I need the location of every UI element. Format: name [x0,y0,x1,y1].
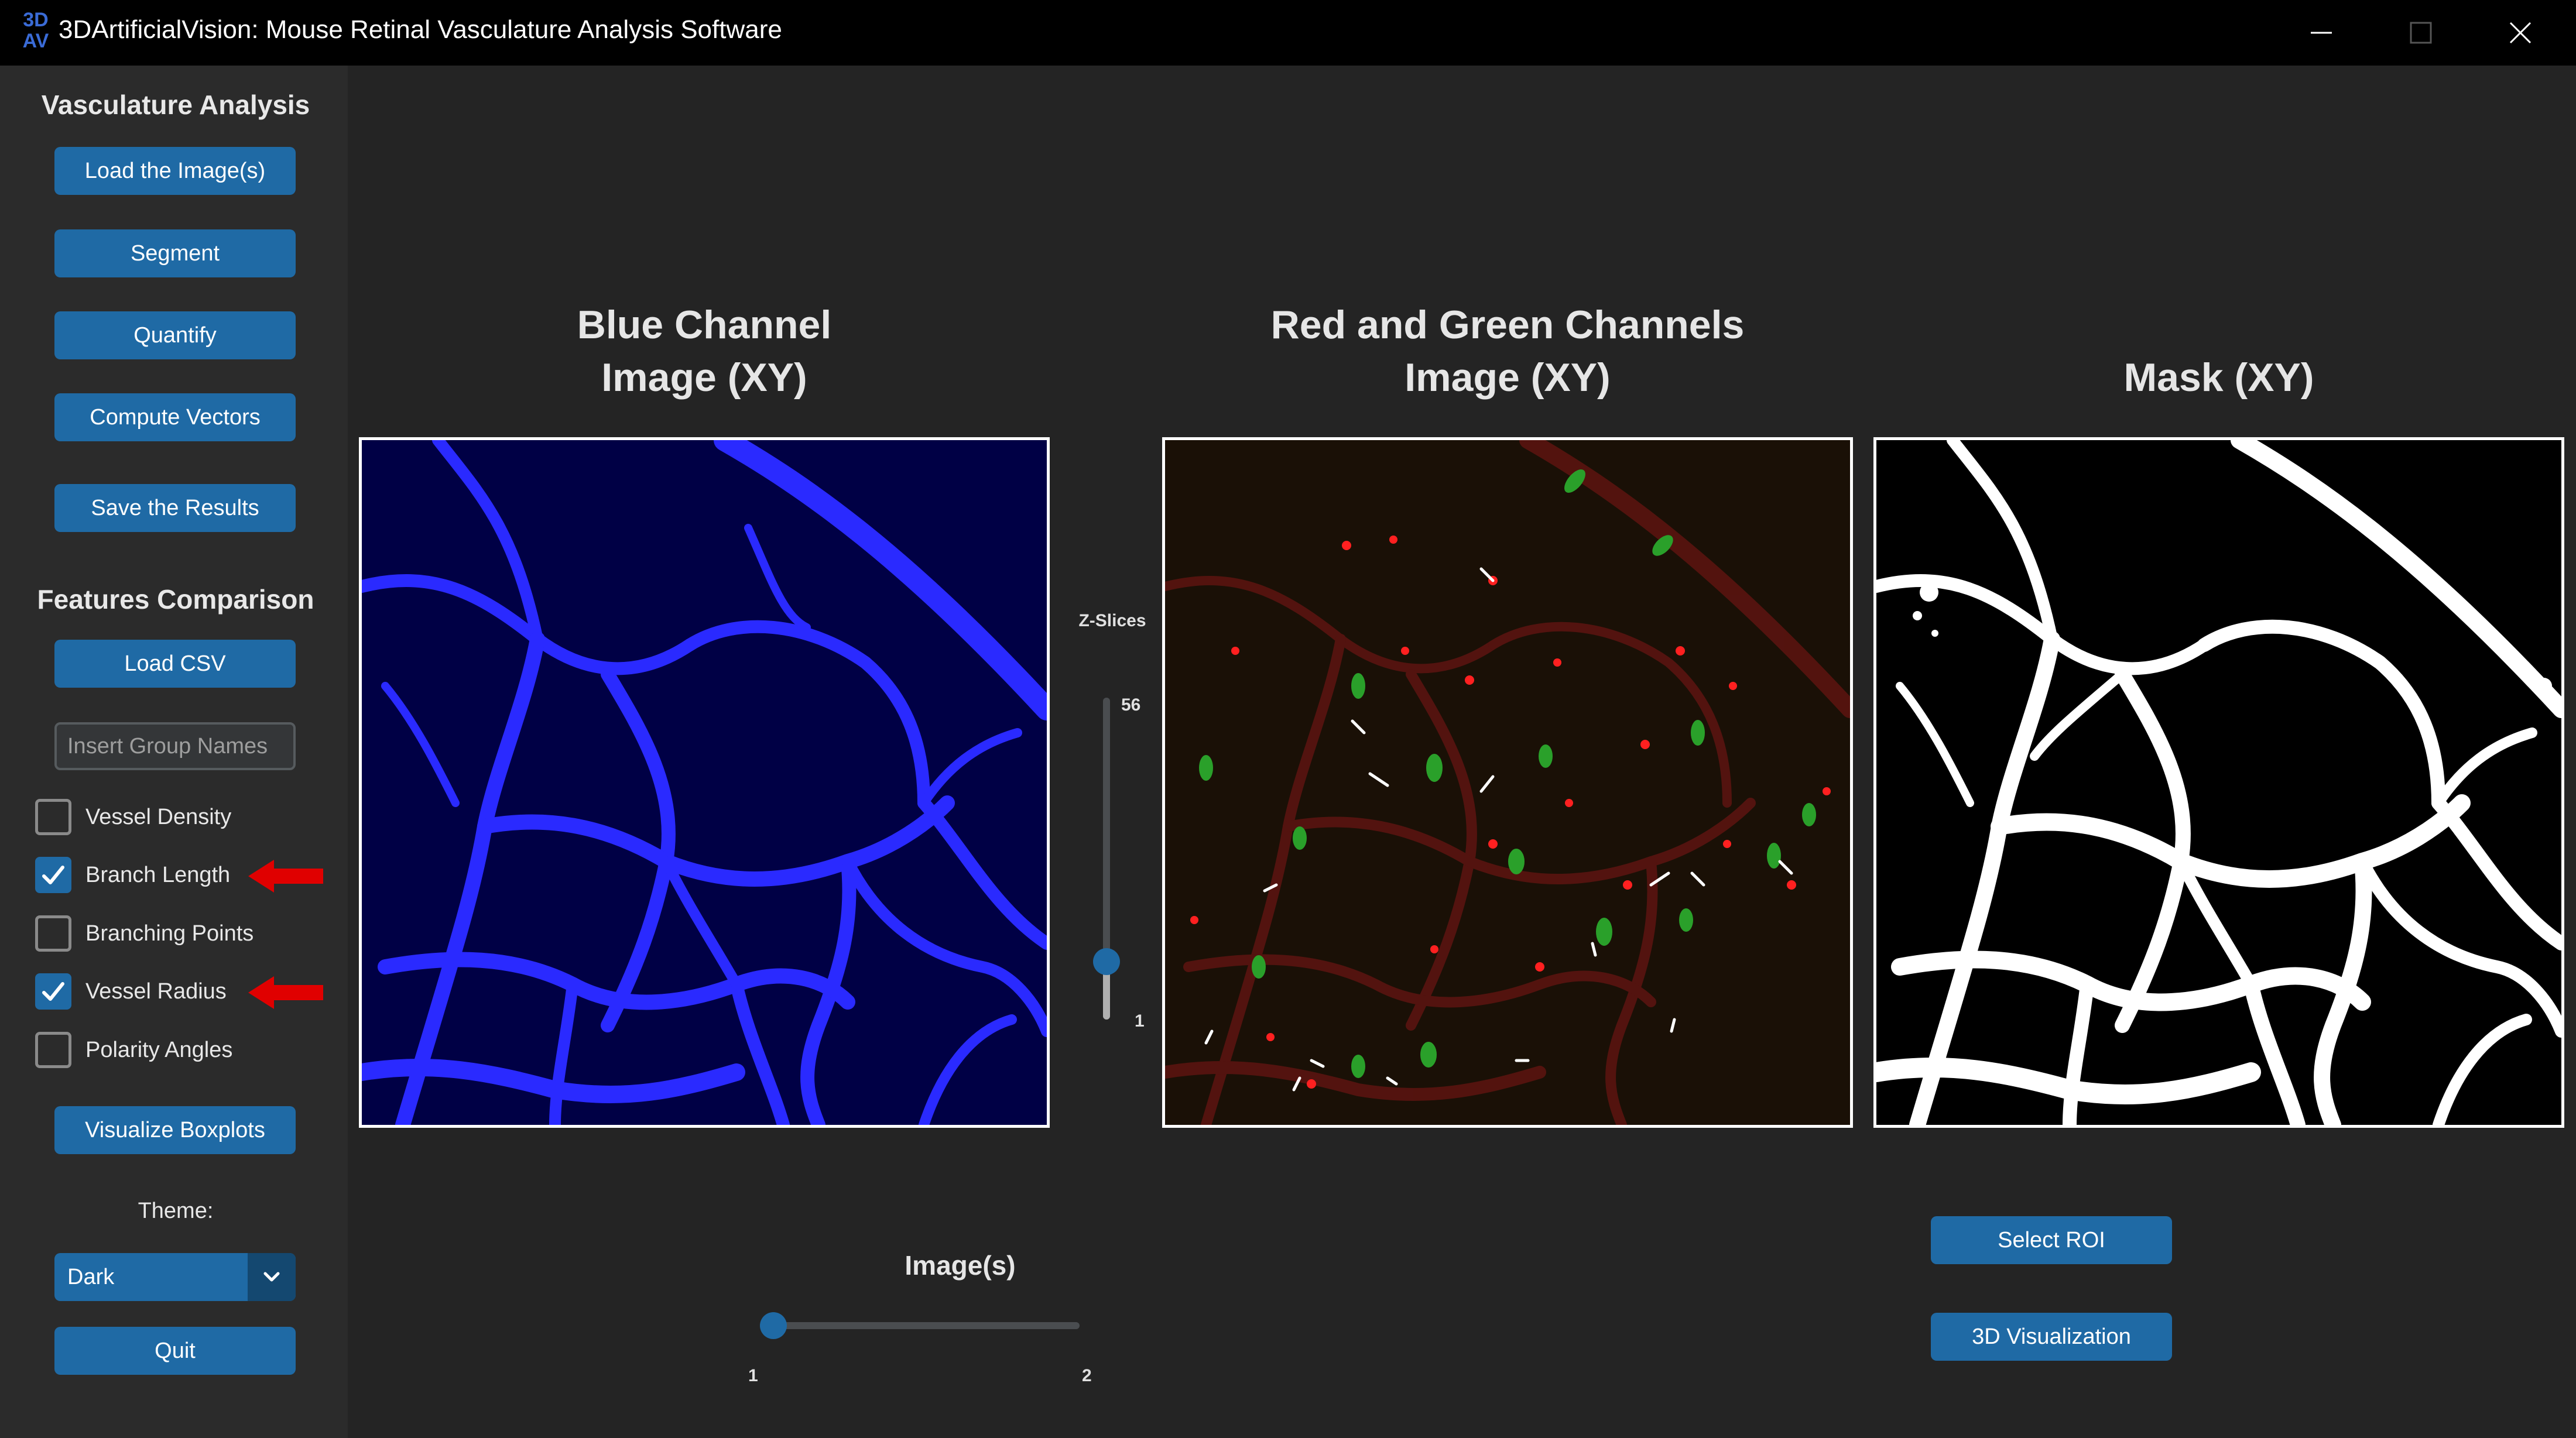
load-csv-button[interactable]: Load CSV [54,640,296,688]
feature-polarity-angles[interactable]: Polarity Angles [35,1029,232,1070]
3d-visualization-button[interactable]: 3D Visualization [1931,1313,2172,1361]
z-slices-max-label: 56 [1121,695,1141,715]
checkmark-icon [42,866,64,884]
maximize-button[interactable] [2371,0,2471,66]
feature-branch-length[interactable]: Branch Length [35,854,230,895]
z-slices-min-label: 1 [1135,1011,1145,1031]
checkmark-icon [42,982,64,1001]
red-green-channels-title: Red and Green Channels Image (XY) [1270,303,1745,400]
red-green-vessel-image [1165,440,1850,1125]
feature-vessel-density[interactable]: Vessel Density [35,797,231,838]
blue-channel-title: Blue Channel Image (XY) [577,303,832,400]
chevron-down-icon [263,1272,280,1282]
close-icon [2509,22,2532,44]
red-arrow-icon [248,860,323,893]
app-logo-icon: 3D AV [22,9,49,52]
checkbox[interactable] [35,799,71,835]
vasculature-analysis-title: Vasculature Analysis [41,90,310,120]
checkbox-label: Vessel Density [85,804,232,829]
maximize-icon [2410,22,2432,44]
window-title: 3DArtificialVision: Mouse Retinal Vascul… [59,15,782,44]
checkbox-label: Branching Points [85,921,254,946]
load-images-button[interactable]: Load the Image(s) [54,147,296,195]
images-slider-track[interactable] [760,1322,1080,1329]
theme-label: Theme: [138,1199,214,1223]
minimize-button[interactable] [2272,0,2371,66]
blue-channel-image[interactable] [359,437,1050,1128]
blue-vessel-image [362,440,1047,1125]
checkbox[interactable] [35,1032,71,1068]
images-slider-max-label: 2 [1082,1366,1092,1385]
compute-vectors-button[interactable]: Compute Vectors [54,393,296,441]
save-results-button[interactable]: Save the Results [54,484,296,532]
vessel-mask-image [1876,440,2561,1125]
red-green-channels-image[interactable] [1162,437,1853,1128]
images-slider-min-label: 1 [748,1366,758,1385]
select-roi-button[interactable]: Select ROI [1931,1216,2172,1264]
images-slider-label: Image(s) [905,1250,1016,1281]
images-slider-handle[interactable] [760,1312,787,1339]
checkbox-label: Vessel Radius [85,979,227,1004]
features-comparison-title: Features Comparison [37,584,314,615]
feature-vessel-radius[interactable]: Vessel Radius [35,971,227,1012]
red-arrow-icon [248,976,323,1009]
minimize-icon [2311,32,2332,34]
quantify-button[interactable]: Quantify [54,311,296,359]
quit-button[interactable]: Quit [54,1327,296,1375]
checkbox[interactable] [35,973,71,1010]
checkbox-label: Polarity Angles [85,1037,233,1062]
mask-title: Mask (XY) [2123,355,2314,400]
theme-select[interactable]: Dark [54,1253,296,1301]
theme-select-value: Dark [67,1265,115,1289]
mask-image[interactable] [1873,437,2564,1128]
z-slices-slider-handle[interactable] [1093,948,1120,975]
close-button[interactable] [2471,0,2570,66]
checkbox-label: Branch Length [85,862,231,887]
checkbox[interactable] [35,857,71,893]
segment-button[interactable]: Segment [54,229,296,277]
visualize-boxplots-button[interactable]: Visualize Boxplots [54,1106,296,1154]
group-names-input[interactable] [54,722,296,770]
z-slices-label: Z-Slices [1078,611,1146,630]
checkbox[interactable] [35,915,71,952]
theme-dropdown-button[interactable] [248,1253,296,1301]
feature-branching-points[interactable]: Branching Points [35,913,254,954]
